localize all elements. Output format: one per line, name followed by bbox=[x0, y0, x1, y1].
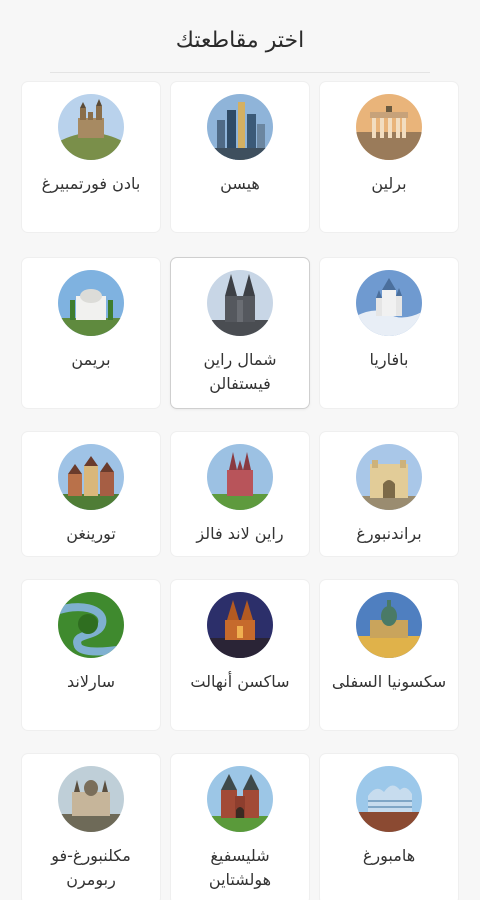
state-picker-screen: اختر مقاطعتك برلين هيسن بادن فورتمبيرغ ب… bbox=[0, 0, 480, 900]
brandenburg-gate-icon bbox=[356, 94, 422, 160]
title-divider bbox=[50, 72, 430, 73]
state-label: بادن فورتمبيرغ bbox=[41, 174, 141, 193]
state-card-rhineland-palatinate[interactable]: راين لاند فالز bbox=[171, 432, 309, 556]
hanover-town-hall-icon bbox=[356, 592, 422, 658]
state-label: راين لاند فالز bbox=[196, 524, 284, 543]
state-card-brandenburg[interactable]: براندنبورغ bbox=[320, 432, 458, 556]
state-card-thuringia[interactable]: تورينغن bbox=[22, 432, 160, 556]
state-label: ساكسن أنهالت bbox=[190, 672, 290, 691]
state-label: شمال راين فيستفالن bbox=[203, 350, 277, 393]
state-card-north-rhine-westphalia[interactable]: شمال راين فيستفالن bbox=[171, 258, 309, 408]
state-card-bremen[interactable]: بريمن bbox=[22, 258, 160, 408]
page-title: اختر مقاطعتك bbox=[175, 28, 305, 53]
state-card-hamburg[interactable]: هامبورغ bbox=[320, 754, 458, 900]
saar-loop-icon bbox=[58, 592, 124, 658]
state-label: هامبورغ bbox=[362, 846, 416, 865]
state-label: مكلنبورغ-فو ربومرن bbox=[51, 846, 131, 889]
state-card-saarland[interactable]: سارلاند bbox=[22, 580, 160, 730]
state-label: بافاريا bbox=[369, 350, 409, 369]
frankfurt-skyline-icon bbox=[207, 94, 273, 160]
cologne-cathedral-icon bbox=[207, 270, 273, 336]
state-label: براندنبورغ bbox=[356, 524, 422, 543]
state-label: تورينغن bbox=[66, 524, 116, 543]
state-card-hesse[interactable]: هيسن bbox=[171, 82, 309, 232]
state-card-baden-wuerttemberg[interactable]: بادن فورتمبيرغ bbox=[22, 82, 160, 232]
state-label: هيسن bbox=[220, 174, 260, 193]
state-card-schleswig-holstein[interactable]: شليسفيغ هولشتاين bbox=[171, 754, 309, 900]
erfurt-houses-icon bbox=[58, 444, 124, 510]
state-card-bavaria[interactable]: بافاريا bbox=[320, 258, 458, 408]
state-label: برلين bbox=[371, 174, 407, 193]
state-card-berlin[interactable]: برلين bbox=[320, 82, 458, 232]
potsdam-gate-icon bbox=[356, 444, 422, 510]
state-label: سارلاند bbox=[67, 672, 115, 691]
speyer-cathedral-icon bbox=[207, 444, 273, 510]
state-label: بريمن bbox=[71, 350, 111, 369]
elbphilharmonie-icon bbox=[356, 766, 422, 832]
holstentor-icon bbox=[207, 766, 273, 832]
state-card-saxony-anhalt[interactable]: ساكسن أنهالت bbox=[171, 580, 309, 730]
neuschwanstein-icon bbox=[356, 270, 422, 336]
bremen-building-icon bbox=[58, 270, 124, 336]
state-label: شليسفيغ هولشتاين bbox=[208, 846, 272, 889]
state-card-lower-saxony[interactable]: سكسونيا السفلى bbox=[320, 580, 458, 730]
magdeburg-night-icon bbox=[207, 592, 273, 658]
state-label: سكسونيا السفلى bbox=[331, 672, 447, 691]
castle-hohenzollern-icon bbox=[58, 94, 124, 160]
state-card-mecklenburg-vorpommern[interactable]: مكلنبورغ-فو ربومرن bbox=[22, 754, 160, 900]
schwerin-castle-icon bbox=[58, 766, 124, 832]
state-grid: برلين هيسن بادن فورتمبيرغ بافاريا شمال ر… bbox=[22, 82, 458, 900]
